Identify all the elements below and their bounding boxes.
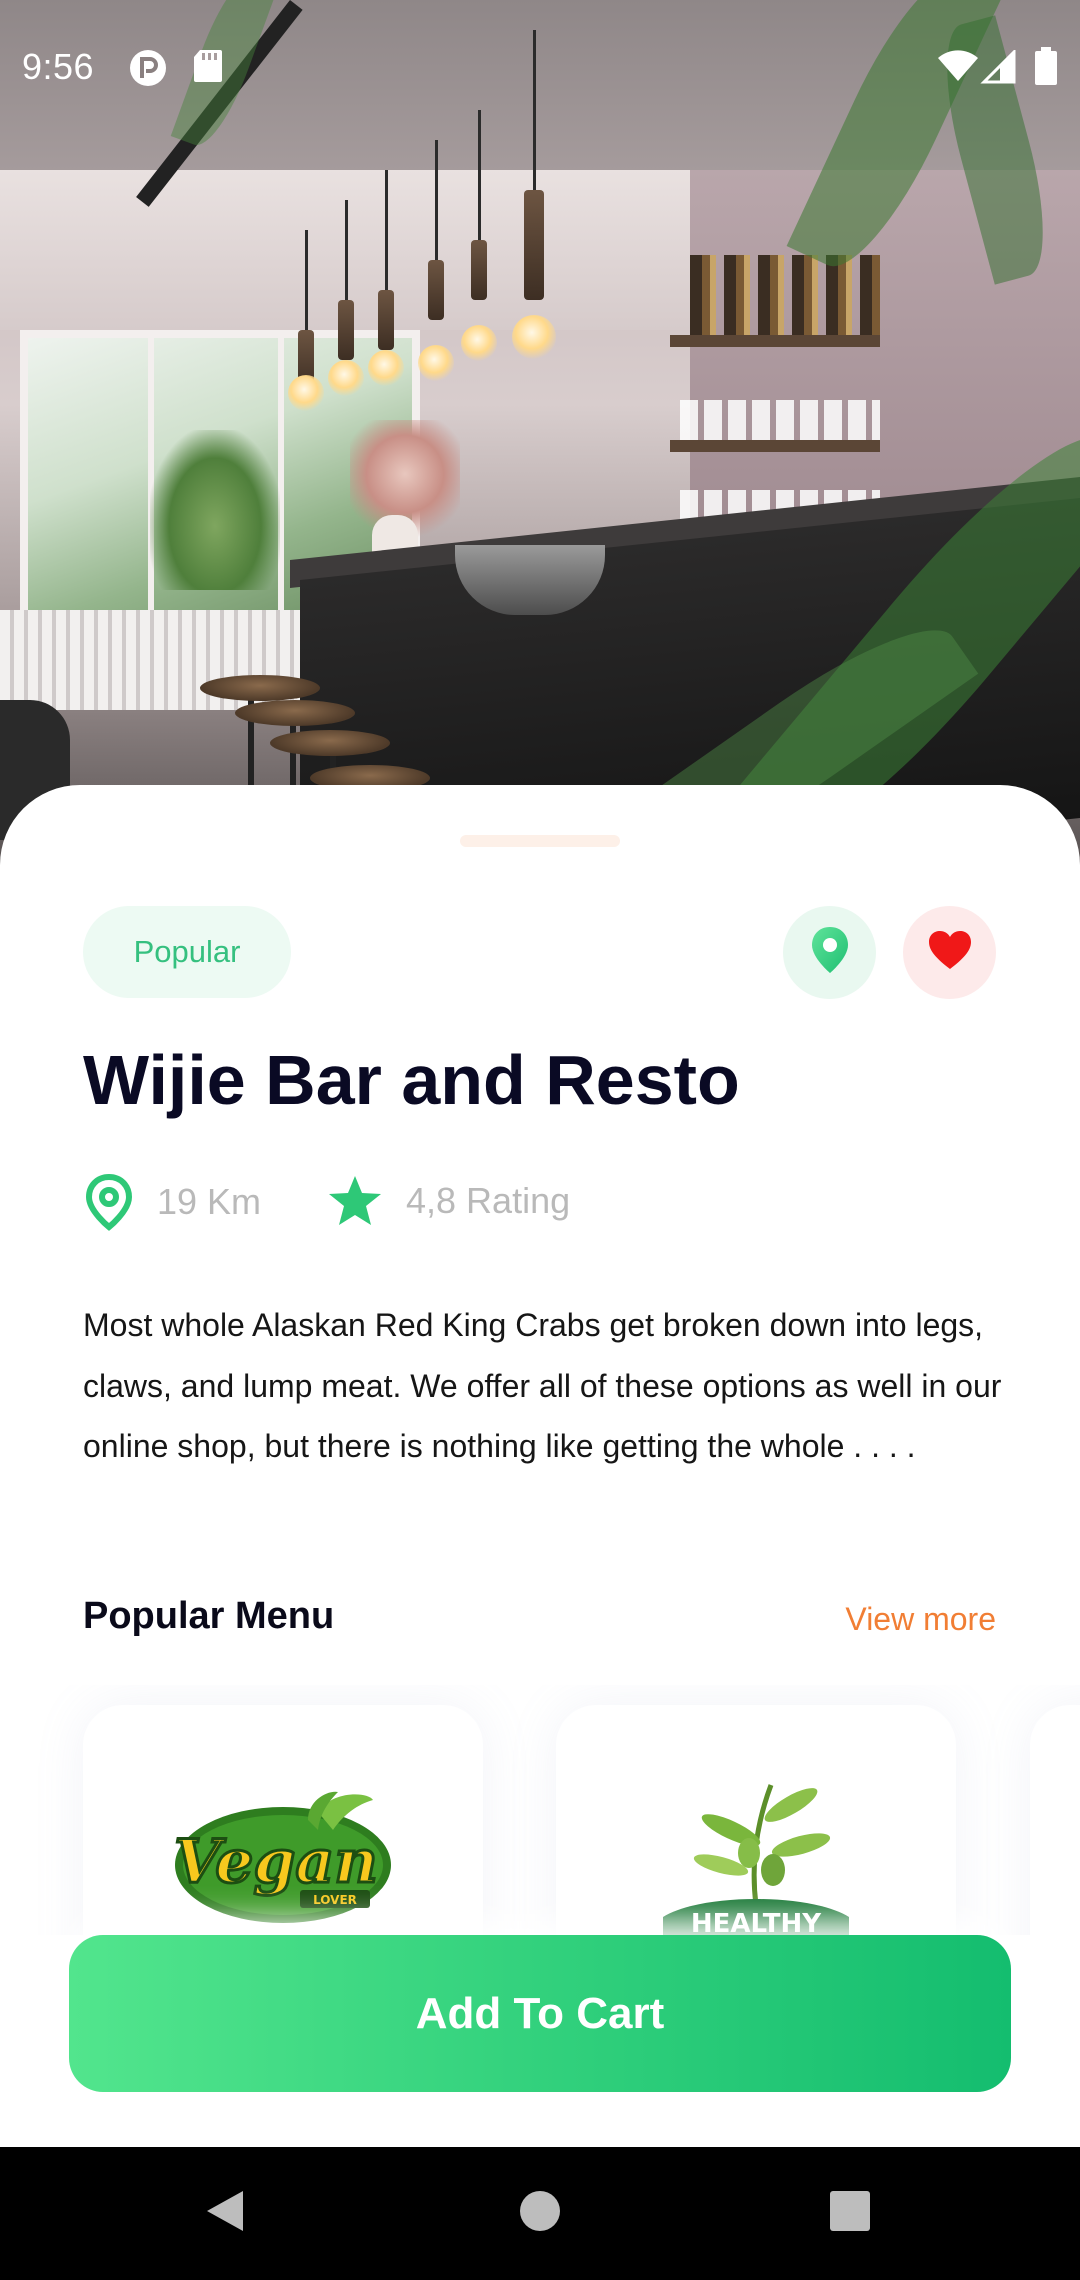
- popular-tag: Popular: [83, 906, 291, 998]
- status-bar: 9:56: [0, 0, 1080, 136]
- svg-text:Vegan: Vegan: [174, 1827, 378, 1897]
- star-icon: [326, 1173, 384, 1229]
- restaurant-description: Most whole Alaskan Red King Crabs get br…: [83, 1307, 1002, 1464]
- back-button[interactable]: [195, 2183, 255, 2243]
- menu-card-vegan[interactable]: Vegan LOVER: [83, 1705, 483, 1935]
- menu-card-next[interactable]: [1030, 1705, 1080, 1935]
- rating-value: 4,8 Rating: [406, 1180, 571, 1221]
- menu-card-healthy[interactable]: HEALTHY: [556, 1705, 956, 1935]
- location-button[interactable]: [783, 906, 876, 999]
- home-button[interactable]: [510, 2183, 570, 2243]
- popular-menu-heading: Popular Menu: [83, 1595, 335, 1637]
- healthy-olive-logo: HEALTHY: [661, 1775, 851, 1935]
- app-notification-icon: [128, 48, 168, 93]
- system-navigation-bar: [0, 2147, 1080, 2280]
- rating-info: 4,8 Rating: [326, 1173, 570, 1229]
- back-triangle-icon: [203, 2187, 247, 2240]
- recents-button[interactable]: [820, 2183, 880, 2243]
- favorite-button[interactable]: [903, 906, 996, 999]
- wifi-icon: [938, 50, 978, 87]
- svg-text:HEALTHY: HEALTHY: [691, 1909, 822, 1935]
- popular-menu-list: Vegan LOVER HEALTHY: [0, 1685, 1080, 1935]
- sd-card-icon: [192, 48, 224, 89]
- recents-square-icon: [828, 2189, 872, 2238]
- status-time: 9:56: [22, 46, 95, 87]
- map-pin-outline-icon: [83, 1173, 135, 1231]
- view-more-link[interactable]: View more: [845, 1601, 996, 1638]
- cellular-signal-icon: [980, 48, 1016, 89]
- heart-icon: [927, 929, 973, 976]
- sheet-drag-handle[interactable]: [460, 835, 620, 847]
- vegan-lover-logo: Vegan LOVER: [168, 1790, 398, 1930]
- svg-text:LOVER: LOVER: [313, 1893, 357, 1907]
- battery-icon: [1035, 47, 1057, 90]
- add-to-cart-button[interactable]: Add To Cart: [69, 1935, 1011, 2092]
- map-pin-icon: [809, 925, 851, 980]
- home-circle-icon: [518, 2189, 562, 2238]
- distance-info: 19 Km: [83, 1173, 261, 1231]
- distance-value: 19 Km: [157, 1181, 262, 1222]
- restaurant-name: Wijie Bar and Resto: [83, 1041, 740, 1119]
